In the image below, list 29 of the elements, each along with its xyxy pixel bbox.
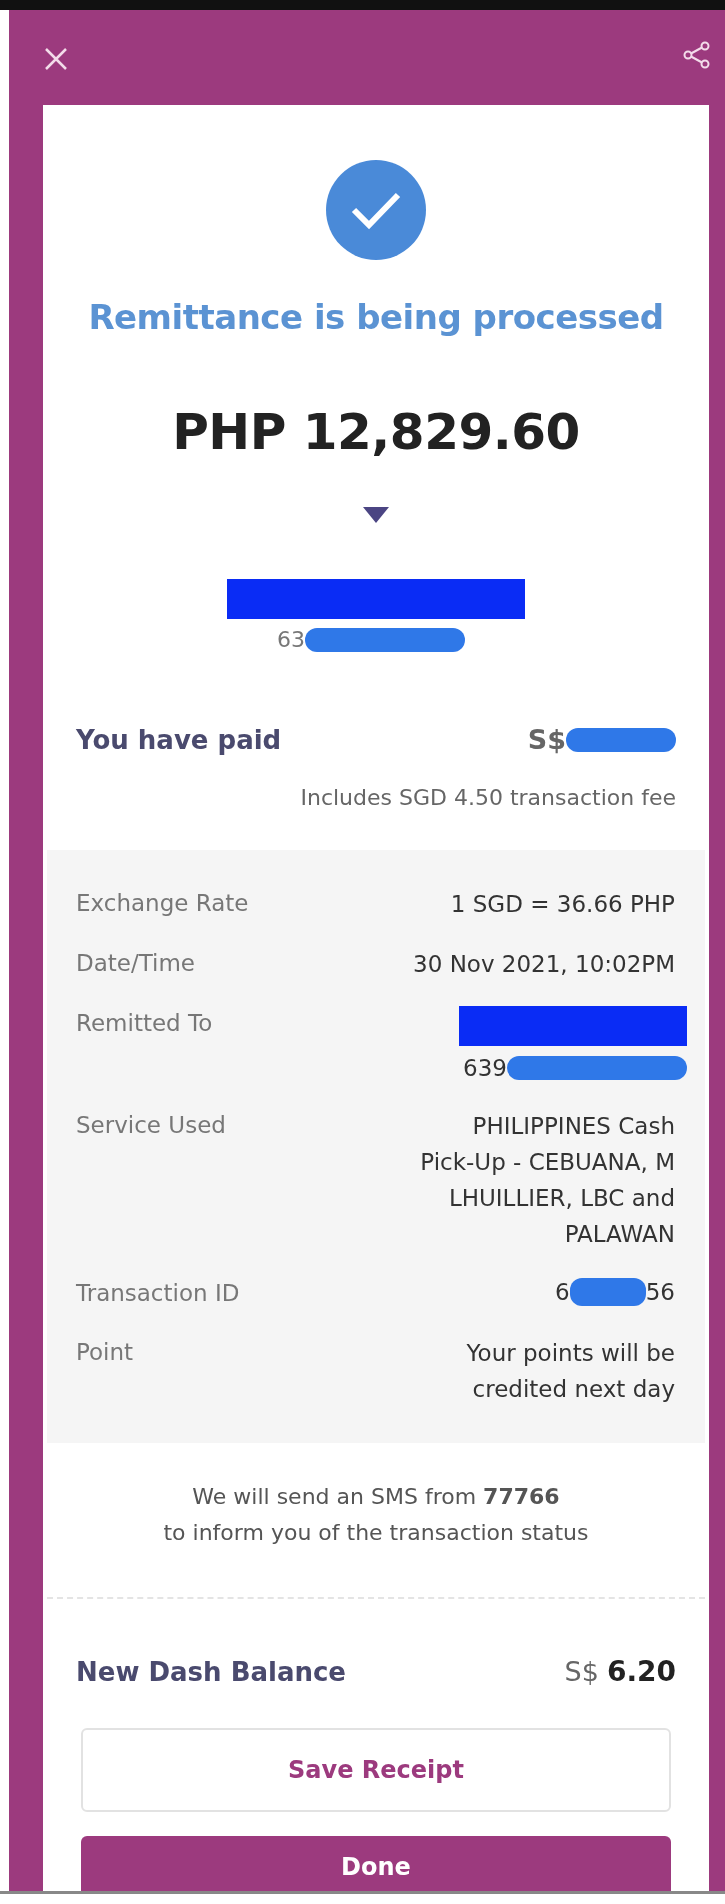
detail-value: 1 SGD = 36.66 PHP bbox=[450, 890, 675, 919]
recipient-phone: 63 bbox=[277, 627, 305, 652]
down-triangle-icon bbox=[363, 507, 389, 523]
balance-label: New Dash Balance bbox=[76, 1656, 346, 1687]
remitted-amount: PHP 12,829.60 bbox=[172, 403, 580, 461]
detail-value: 639 bbox=[463, 1054, 507, 1083]
detail-label: Service Used bbox=[76, 1111, 226, 1140]
detail-value: 30 Nov 2021, 10:02PM bbox=[413, 950, 675, 979]
detail-value: PHILIPPINES Cash Pick-Up - CEBUANA, M LHUILLIER, LBC and PALAWAN bbox=[419, 1112, 675, 1249]
paid-label: You have paid bbox=[76, 724, 282, 755]
detail-value: Your points will be credited next day bbox=[465, 1339, 675, 1404]
paid-currency: S$ bbox=[527, 724, 566, 755]
fee-note: Includes SGD 4.50 transaction fee bbox=[300, 785, 676, 810]
detail-label: Point bbox=[76, 1338, 134, 1367]
check-circle-icon bbox=[326, 160, 426, 260]
detail-label: Transaction ID bbox=[76, 1279, 240, 1308]
save-receipt-button[interactable]: Save Receipt bbox=[81, 1728, 671, 1812]
detail-value: 6 bbox=[555, 1278, 570, 1307]
detail-value: 56 bbox=[645, 1278, 675, 1307]
share-icon[interactable] bbox=[683, 41, 711, 69]
balance-currency: S$ bbox=[564, 1656, 599, 1687]
close-icon[interactable] bbox=[43, 46, 69, 72]
detail-label: Remitted To bbox=[76, 1009, 213, 1038]
done-button[interactable]: Done bbox=[81, 1836, 671, 1891]
detail-label: Exchange Rate bbox=[76, 889, 249, 918]
detail-label: Date/Time bbox=[76, 949, 195, 978]
sms-notice: We will send an SMS from 77766 to inform you of the transaction status bbox=[163, 1483, 589, 1547]
balance-amount: 6.20 bbox=[606, 1655, 676, 1688]
status-title: Remittance is being processed bbox=[88, 297, 664, 337]
